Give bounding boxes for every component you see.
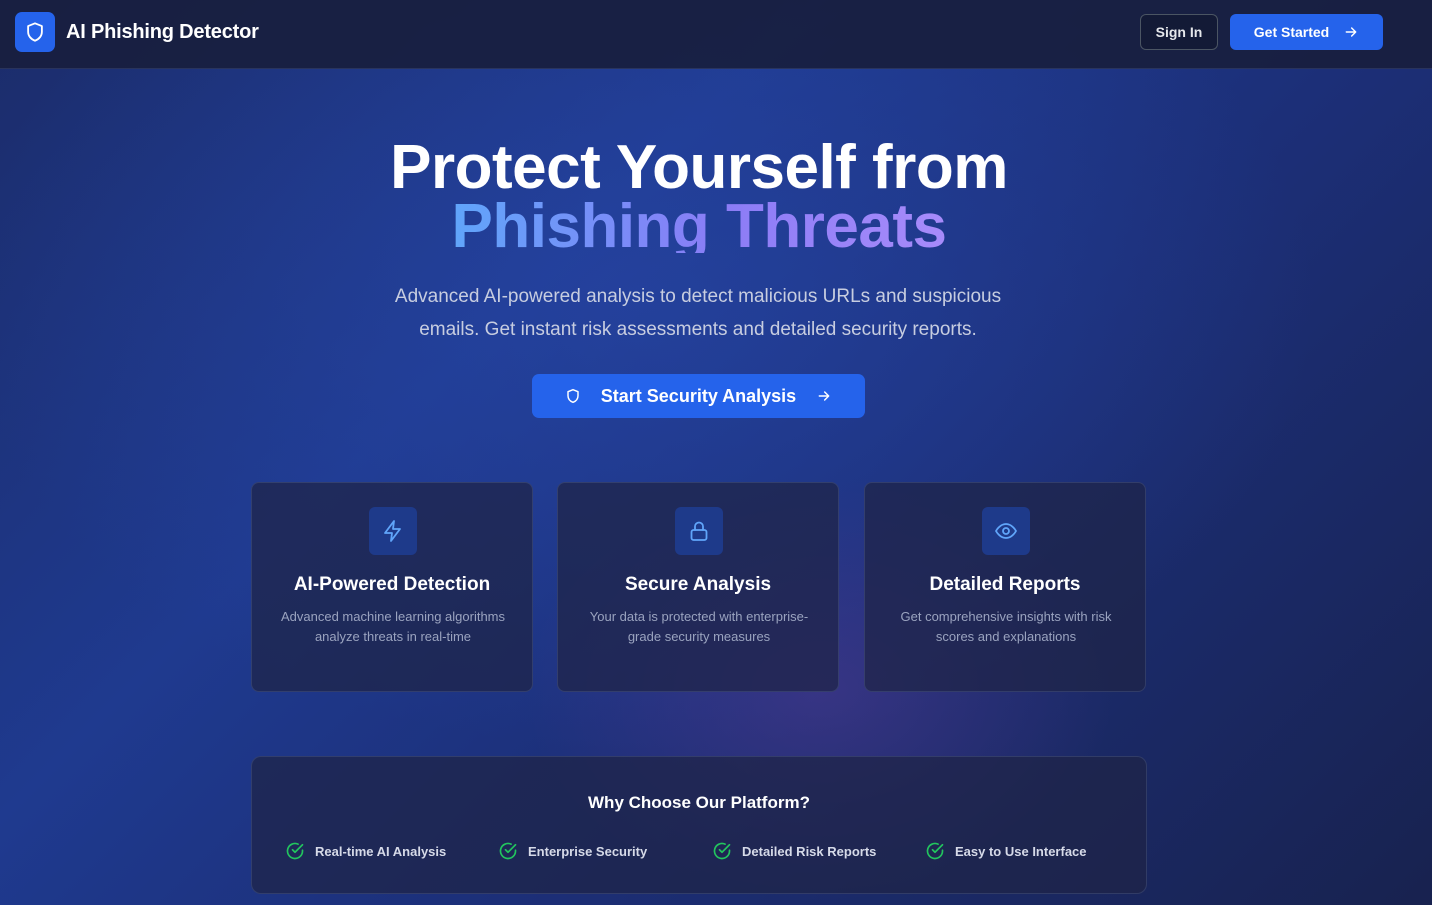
start-security-analysis-button[interactable]: Start Security Analysis	[532, 374, 865, 418]
check-circle-icon	[285, 841, 305, 861]
benefit-item: Enterprise Security	[498, 841, 647, 861]
why-choose-title: Why Choose Our Platform?	[588, 793, 810, 812]
hero-subtitle: Advanced AI-powered analysis to detect m…	[394, 286, 1002, 340]
benefit-label: Enterprise Security	[528, 843, 648, 859]
lock-icon	[687, 519, 711, 543]
check-circle-icon	[712, 841, 732, 861]
lightning-icon	[381, 519, 405, 543]
feature-title: AI-Powered Detection	[293, 574, 491, 595]
logo[interactable]	[15, 12, 55, 52]
benefit-label: Real-time AI Analysis	[315, 843, 447, 859]
benefit-item: Real-time AI Analysis	[285, 841, 446, 861]
top-navigation-bar: AI Phishing Detector Sign In Get Started	[0, 0, 1432, 69]
why-choose-panel: Why Choose Our Platform? Real-time AI An…	[251, 756, 1147, 894]
get-started-button[interactable]: Get Started	[1230, 14, 1383, 50]
check-circle-icon	[925, 841, 945, 861]
feature-icon-box	[369, 507, 417, 555]
get-started-label: Get Started	[1253, 24, 1330, 40]
feature-card-secure-analysis: Secure Analysis Your data is protected w…	[557, 482, 839, 692]
arrow-right-icon	[816, 388, 832, 404]
feature-description: Get comprehensive insights with risk sco…	[900, 609, 1112, 644]
feature-icon-box	[675, 507, 723, 555]
hero-title-gradient-text: Phishing Threats	[452, 192, 947, 253]
brand-name[interactable]: AI Phishing Detector	[66, 21, 259, 44]
shield-icon	[565, 388, 581, 404]
feature-card-detailed-reports: Detailed Reports Get comprehensive insig…	[864, 482, 1146, 692]
feature-description: Your data is protected with enterprise-g…	[589, 609, 809, 644]
sign-in-label: Sign In	[1155, 24, 1203, 40]
benefit-item: Easy to Use Interface	[925, 841, 1087, 861]
feature-description: Advanced machine learning algorithms ana…	[280, 609, 505, 644]
benefit-label: Easy to Use Interface	[955, 843, 1087, 859]
arrow-right-icon	[1343, 24, 1359, 40]
benefit-item: Detailed Risk Reports	[712, 841, 876, 861]
feature-icon-box	[982, 507, 1030, 555]
cta-label: Start Security Analysis	[600, 385, 797, 406]
hero-title-highlight: Phishing Threats	[0, 191, 1398, 253]
check-circle-icon	[498, 841, 518, 861]
benefit-label: Detailed Risk Reports	[742, 843, 877, 859]
feature-title: Detailed Reports	[929, 574, 1081, 595]
feature-title: Secure Analysis	[624, 574, 772, 595]
shield-icon	[24, 21, 46, 43]
feature-card-ai-detection: AI-Powered Detection Advanced machine le…	[251, 482, 533, 692]
eye-icon	[994, 519, 1018, 543]
sign-in-button[interactable]: Sign In	[1140, 14, 1218, 50]
